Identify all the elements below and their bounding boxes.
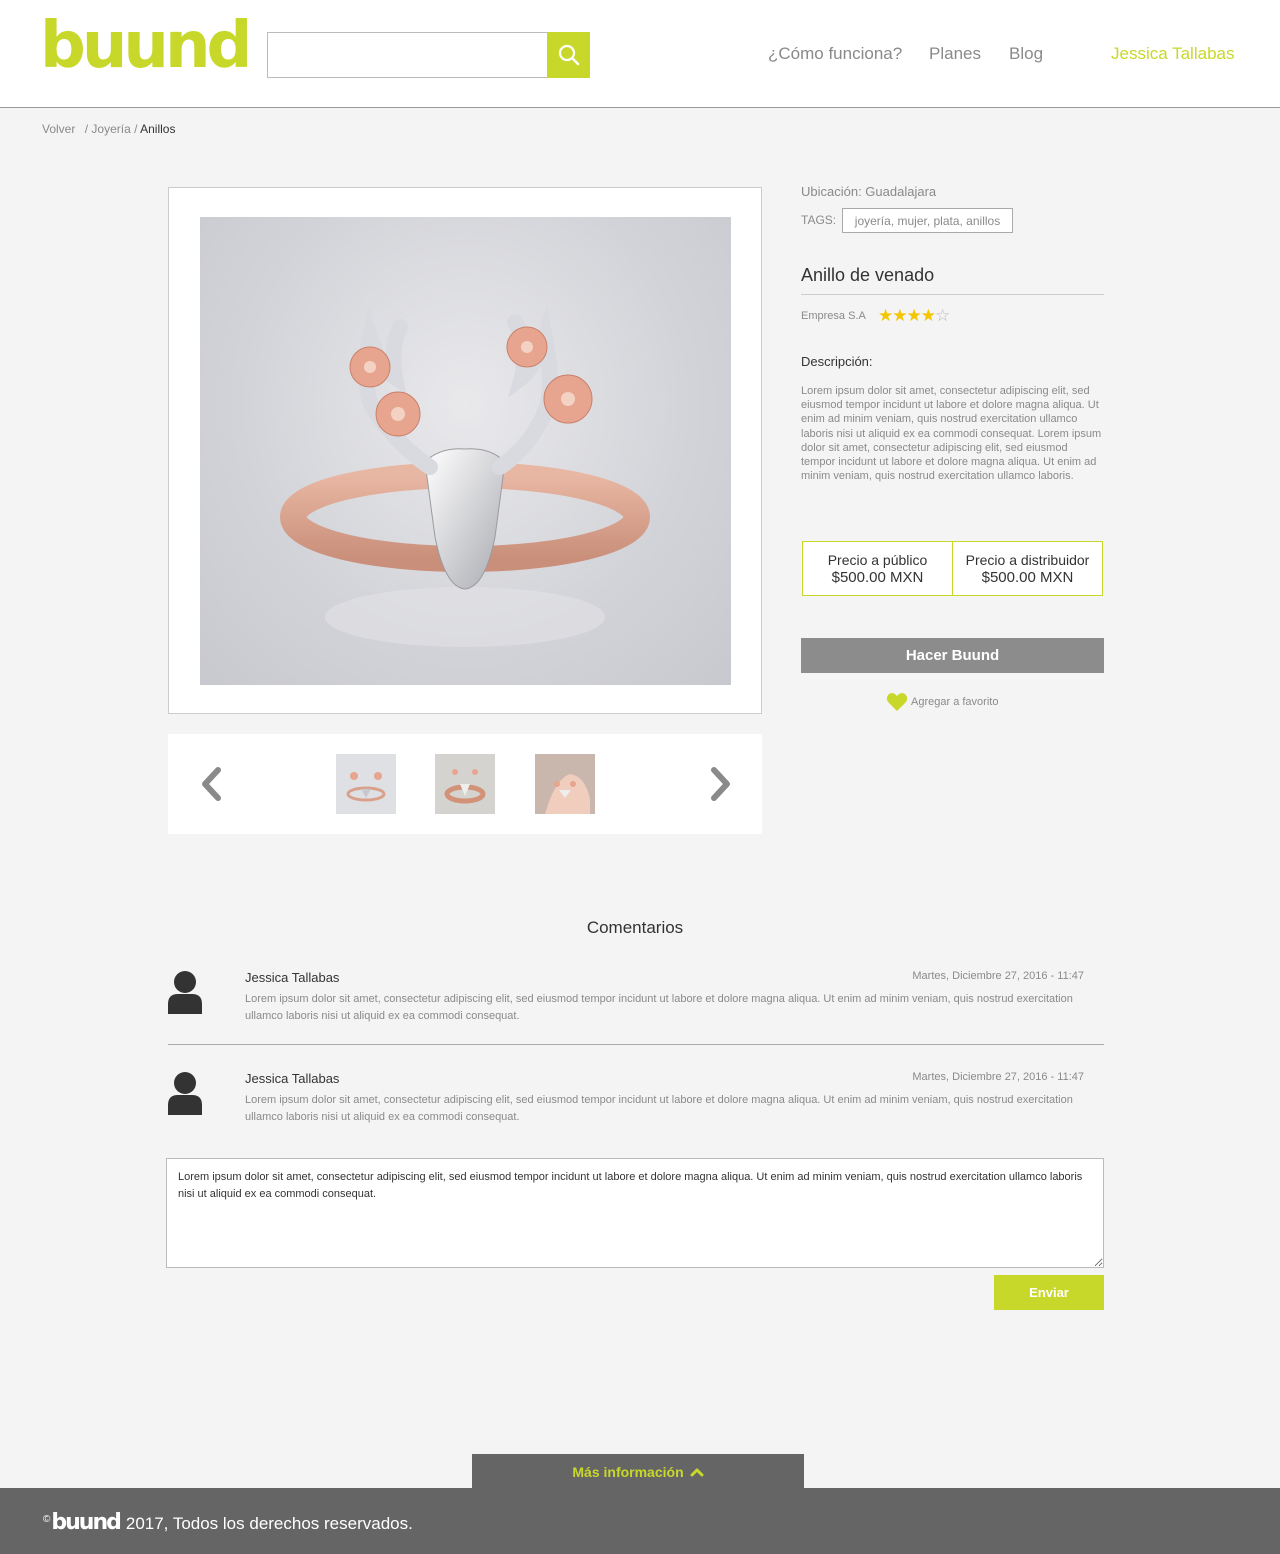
thumbnail-2[interactable] [435,754,495,814]
description-text: Lorem ipsum dolor sit amet, consectetur … [801,385,1102,483]
star-filled-icon: ★ [920,306,936,325]
price-box: Precio a público $500.00 MXN Precio a di… [802,541,1103,596]
price-distributor-label: Precio a distribuidor [965,551,1090,568]
star-filled-icon: ★ [878,306,893,325]
comment-text: Lorem ipsum dolor sit amet, consectetur … [245,1094,1073,1123]
user-avatar-icon [168,1072,202,1115]
breadcrumb-category[interactable]: Joyería [91,122,130,136]
product-main-image[interactable] [200,217,731,685]
thumbnail-ring-image [336,754,396,814]
copyright: © buund 2017, Todos los derechos reserva… [43,1510,413,1535]
price-distributor: Precio a distribuidor $500.00 MXN [952,542,1102,595]
comment-author: Jessica Tallabas [245,970,340,985]
user-menu[interactable]: Jessica Tallabas [1111,44,1234,64]
carousel-next-button[interactable] [706,764,736,804]
product-title: Anillo de venado [801,265,1104,295]
search-button[interactable] [547,32,590,78]
breadcrumb-separator: / [84,122,89,136]
carousel-prev-button[interactable] [196,764,226,804]
heart-icon [886,693,908,711]
user-avatar-icon [168,971,202,1014]
add-favorite-link[interactable]: Agregar a favorito [886,692,998,712]
search-input[interactable] [267,32,548,78]
star-empty-icon: ☆ [935,306,950,325]
thumbnail-1[interactable] [336,754,396,814]
site-header: buund ¿Cómo funciona? Planes Blog Jessic… [0,0,1280,108]
chevron-right-icon [711,767,730,801]
comment-date: Martes, Diciembre 27, 2016 - 11:47 [912,1071,1084,1083]
product-location: Ubicación: Guadalajara [801,184,937,199]
thumbnail-3[interactable] [535,754,595,814]
star-filled-icon: ★ [892,306,907,325]
site-footer: © buund 2017, Todos los derechos reserva… [0,1488,1280,1554]
nav-blog[interactable]: Blog [1009,44,1043,64]
footer-logo: buund [51,1510,121,1535]
breadcrumb-back[interactable]: Volver [42,122,75,136]
tags-list[interactable]: joyería, mujer, plata, anillos [842,208,1013,233]
add-favorite-label: Agregar a favorito [911,696,999,708]
star-filled-icon: ★ [906,306,922,325]
ring-illustration [280,305,650,647]
more-info-toggle[interactable]: Más información [472,1454,804,1490]
description-label: Descripción: [801,354,873,369]
thumbnail-ring-image [435,754,495,814]
copyright-text: 2017, Todos los derechos reservados. [125,1514,413,1533]
hacer-buund-button[interactable]: Hacer Buund [801,638,1104,673]
search-icon [558,44,579,66]
chevron-left-icon [202,767,221,801]
chevron-up-icon [690,1468,704,1477]
nav-plans[interactable]: Planes [929,44,981,64]
comment-date: Martes, Diciembre 27, 2016 - 11:47 [912,970,1084,982]
price-public-label: Precio a público [827,551,928,568]
product-image-frame [168,187,762,714]
breadcrumb-current: Anillos [140,122,176,136]
thumbnail-hand-image [535,754,595,814]
price-public: Precio a público $500.00 MXN [803,542,952,595]
site-logo[interactable]: buund [40,14,252,78]
send-comment-button[interactable]: Enviar [994,1275,1104,1310]
breadcrumb-separator: / [134,122,138,136]
nav-how-it-works[interactable]: ¿Cómo funciona? [768,44,902,64]
comment-author: Jessica Tallabas [245,1071,340,1086]
price-distributor-value: $500.00 MXN [981,568,1074,586]
thumbnail-carousel [168,734,762,834]
price-public-value: $500.00 MXN [831,568,924,586]
more-info-label: Más información [572,1464,684,1480]
company-name[interactable]: Empresa S.A [801,310,866,322]
comments-title: Comentarios [586,918,684,937]
comment-text: Lorem ipsum dolor sit amet, consectetur … [245,993,1073,1022]
tags-label: TAGS: [801,213,837,227]
breadcrumb: Volver / Joyería / Anillos [42,122,175,136]
rating-stars: ★★★★☆ [878,306,950,326]
comment-textarea[interactable] [166,1158,1104,1268]
copyright-symbol: © [43,1514,51,1525]
comment-divider [168,1044,1104,1045]
